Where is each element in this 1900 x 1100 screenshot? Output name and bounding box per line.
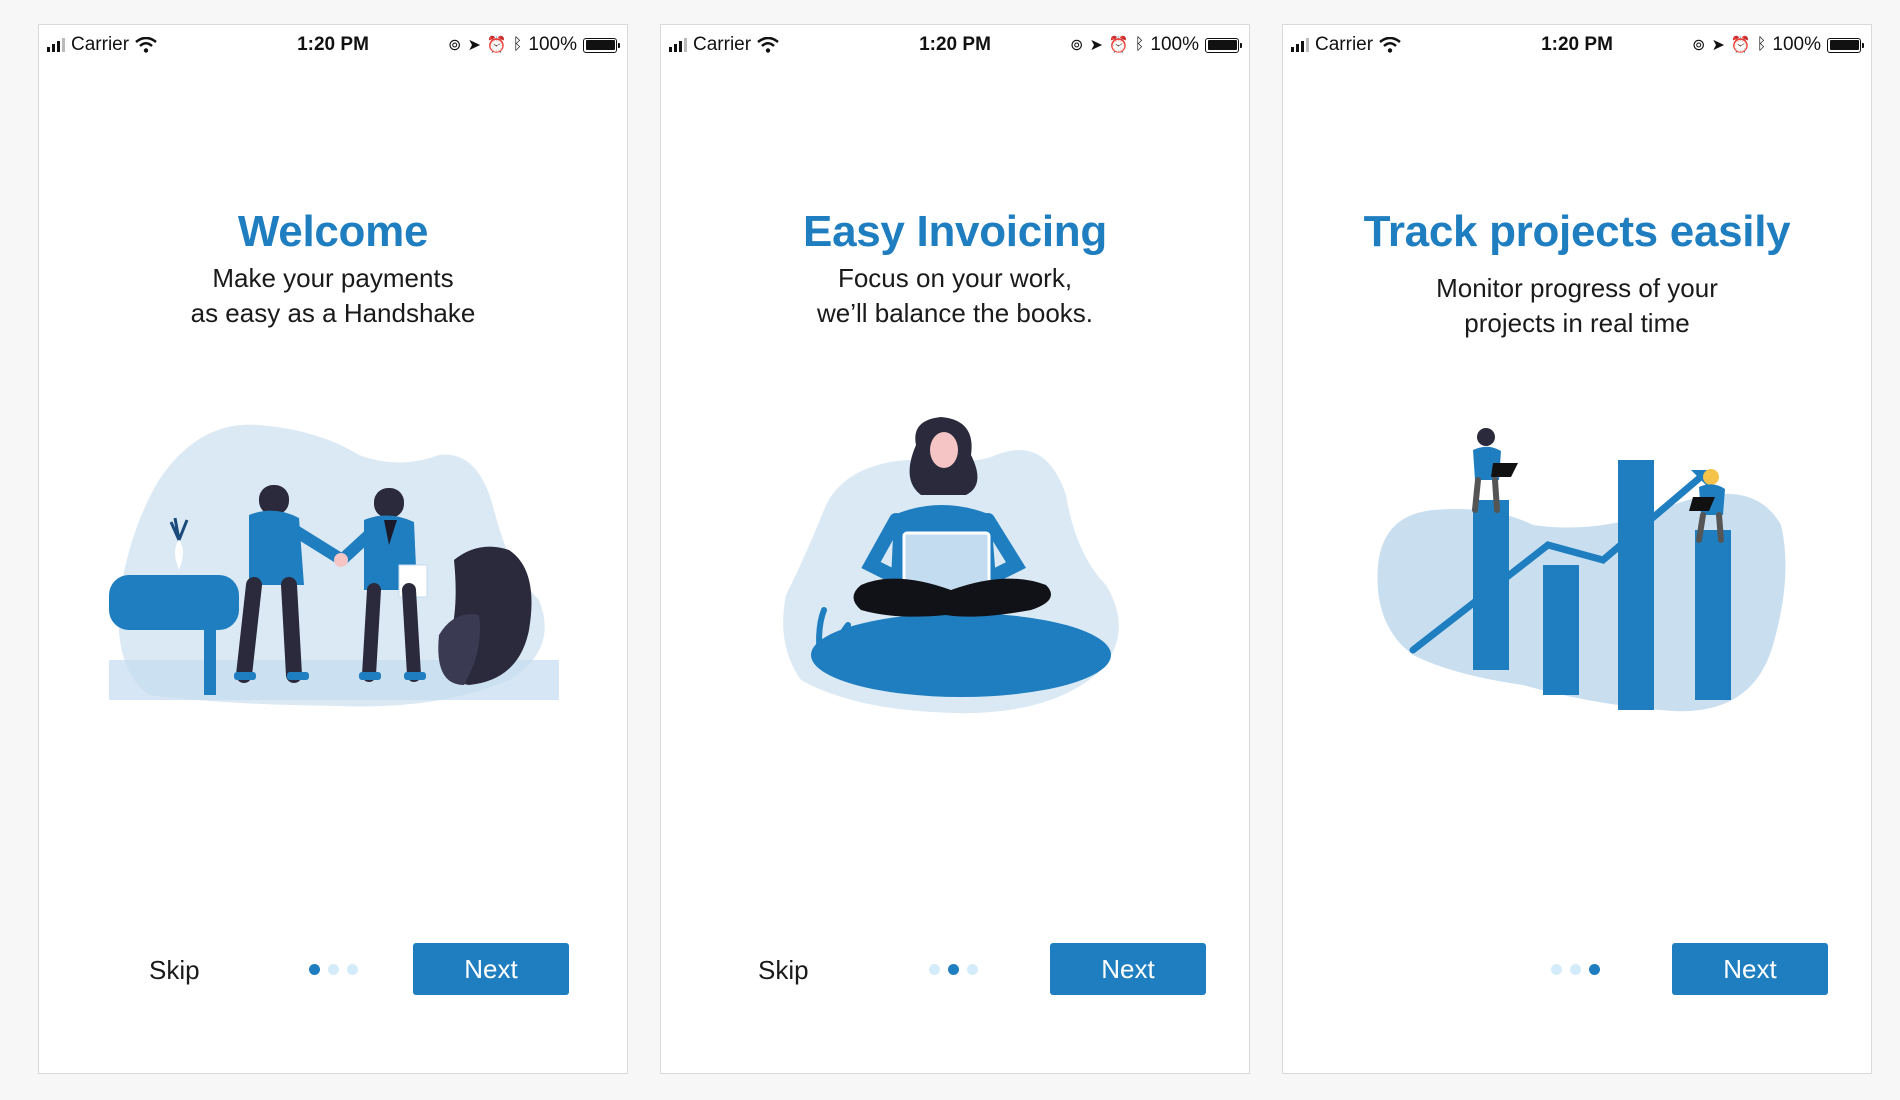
battery-icon [583,37,620,53]
alarm-icon: ⏰ [1108,37,1129,54]
subtitle-line-2: projects in real time [1464,308,1690,338]
battery-percent: 100% [1772,34,1821,55]
page-dot-2 [328,964,339,975]
page-dot-3 [967,964,978,975]
battery-percent: 100% [1150,34,1199,55]
next-button[interactable]: Next [1050,943,1206,995]
subtitle-line-2: as easy as a Handshake [190,298,476,328]
subtitle-line-1: Monitor progress of your [1436,273,1718,303]
onboarding-screen-track-projects: Carrier 1:20 PM ⊚ ➤ ⏰ ᛒ 100% Track proje… [1282,24,1872,1074]
page-dot-3 [347,964,358,975]
status-bar: Carrier 1:20 PM ⊚ ➤ ⏰ ᛒ 100% [1283,25,1871,65]
location-arrow-icon: ➤ [1711,37,1725,54]
bar-chart-people-illustration [1377,428,1786,712]
woman-with-laptop-illustration [783,417,1119,714]
next-button[interactable]: Next [413,943,569,995]
onboarding-screen-invoicing: Carrier 1:20 PM ⊚ ➤ ⏰ ᛒ 100% Easy Invoic… [660,24,1250,1074]
screen-title: Track projects easily [1363,207,1791,256]
handshake-illustration [109,424,559,707]
skip-button[interactable]: Skip [758,955,809,986]
screen-title: Welcome [237,207,429,256]
alarm-icon: ⏰ [1730,37,1751,54]
bluetooth-icon: ᛒ [1756,36,1767,53]
page-indicator [1551,964,1600,975]
rotation-lock-icon: ⊚ [1070,37,1084,54]
screen-subtitle: Focus on your work, we’ll balance the bo… [701,261,1209,331]
subtitle-line-2: we’ll balance the books. [816,298,1094,328]
onboarding-screen-welcome: Carrier 1:20 PM ⊚ ➤ ⏰ ᛒ 100% Welcome Mak… [38,24,628,1074]
status-bar: Carrier 1:20 PM ⊚ ➤ ⏰ ᛒ 100% [661,25,1249,65]
rotation-lock-icon: ⊚ [1692,37,1706,54]
location-arrow-icon: ➤ [1089,37,1103,54]
status-bar: Carrier 1:20 PM ⊚ ➤ ⏰ ᛒ 100% [39,25,627,65]
page-dot-1 [309,964,320,975]
subtitle-line-1: Focus on your work, [837,263,1073,293]
screen-subtitle: Make your payments as easy as a Handshak… [79,261,587,331]
page-dot-2 [948,964,959,975]
screen-subtitle: Monitor progress of your projects in rea… [1323,271,1831,341]
alarm-icon: ⏰ [486,37,507,54]
page-dot-1 [1551,964,1562,975]
bluetooth-icon: ᛒ [1134,36,1145,53]
page-dot-3 [1589,964,1600,975]
page-dot-1 [929,964,940,975]
screen-title: Easy Invoicing [803,207,1107,256]
subtitle-line-1: Make your payments [212,263,454,293]
location-arrow-icon: ➤ [467,37,481,54]
battery-icon [1827,37,1864,53]
page-dot-2 [1570,964,1581,975]
page-indicator [309,964,358,975]
bluetooth-icon: ᛒ [512,36,523,53]
battery-icon [1205,37,1242,53]
next-button[interactable]: Next [1672,943,1828,995]
skip-button[interactable]: Skip [149,955,200,986]
rotation-lock-icon: ⊚ [448,37,462,54]
page-indicator [929,964,978,975]
battery-percent: 100% [528,34,577,55]
